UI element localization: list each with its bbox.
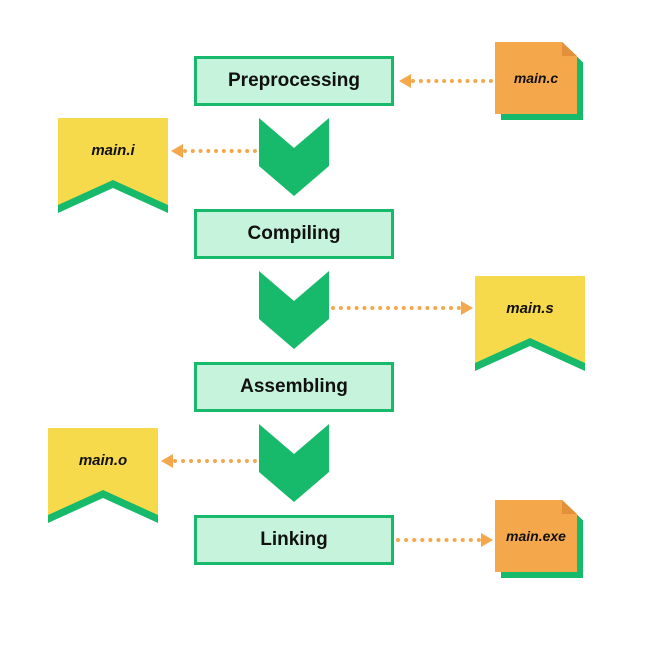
chevron-down-icon — [259, 271, 329, 331]
arrowhead-right-icon — [461, 301, 473, 315]
connector-to-object — [173, 459, 257, 463]
chevron-down-icon — [259, 424, 329, 484]
file-preprocessed-label: main.i — [58, 118, 168, 182]
arrowhead-left-icon — [399, 74, 411, 88]
file-preprocessed: main.i — [58, 118, 168, 213]
file-input-label: main.c — [495, 42, 577, 114]
stage-compiling: Compiling — [194, 209, 394, 259]
connector-input-to-preprocessing — [411, 79, 493, 83]
file-assembly-label: main.s — [475, 276, 585, 340]
file-object: main.o — [48, 428, 158, 523]
stage-preprocessing: Preprocessing — [194, 56, 394, 106]
file-assembly: main.s — [475, 276, 585, 371]
arrowhead-right-icon — [481, 533, 493, 547]
stage-assembling: Assembling — [194, 362, 394, 412]
chevron-down-icon — [259, 118, 329, 178]
file-input: main.c — [495, 42, 583, 120]
connector-to-preprocessed — [183, 149, 257, 153]
stage-linking: Linking — [194, 515, 394, 565]
connector-to-executable — [396, 538, 481, 542]
arrowhead-left-icon — [171, 144, 183, 158]
arrowhead-left-icon — [161, 454, 173, 468]
file-executable-label: main.exe — [495, 500, 577, 572]
file-object-label: main.o — [48, 428, 158, 492]
connector-to-assembly — [331, 306, 461, 310]
file-executable: main.exe — [495, 500, 583, 578]
